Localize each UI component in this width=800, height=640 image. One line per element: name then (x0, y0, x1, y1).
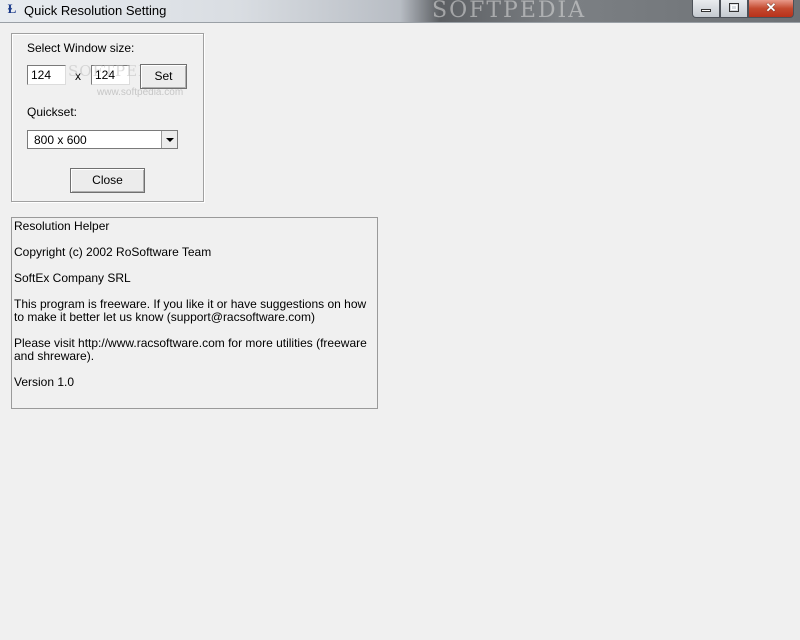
quickset-select[interactable]: 800 x 600 (27, 130, 178, 149)
select-window-size-label: Select Window size: (27, 41, 135, 55)
close-icon: ✕ (765, 0, 777, 15)
width-input[interactable]: 124 (27, 65, 66, 85)
set-button[interactable]: Set (140, 64, 187, 89)
info-line: Please visit http://www.racsoftware.com … (14, 336, 367, 363)
info-line: Resolution Helper (14, 219, 110, 233)
minimize-icon (701, 9, 711, 12)
minimize-button[interactable] (692, 0, 720, 18)
chevron-down-icon[interactable] (161, 131, 177, 148)
ruler-icon: Ɫ (7, 2, 17, 17)
close-window-button[interactable]: ✕ (748, 0, 794, 18)
title-watermark: SOFTPEDIA (432, 0, 587, 23)
info-line: Copyright (c) 2002 RoSoftware Team (14, 245, 212, 259)
window-title: Quick Resolution Setting (24, 3, 167, 18)
info-line: SoftEx Company SRL (14, 271, 131, 285)
quickset-label: Quickset: (27, 105, 78, 119)
maximize-icon (729, 3, 739, 12)
info-line: Version 1.0 (14, 375, 75, 389)
about-info-box: Resolution Helper Copyright (c) 2002 RoS… (11, 217, 378, 409)
title-bar[interactable]: Ɫ Quick Resolution Setting SOFTPEDIA ✕ (0, 0, 800, 23)
window-buttons: ✕ (692, 0, 794, 18)
quickset-selected-value: 800 x 600 (34, 133, 87, 147)
maximize-button[interactable] (720, 0, 748, 18)
info-line: This program is freeware. If you like it… (14, 297, 367, 324)
close-button[interactable]: Close (70, 168, 145, 193)
